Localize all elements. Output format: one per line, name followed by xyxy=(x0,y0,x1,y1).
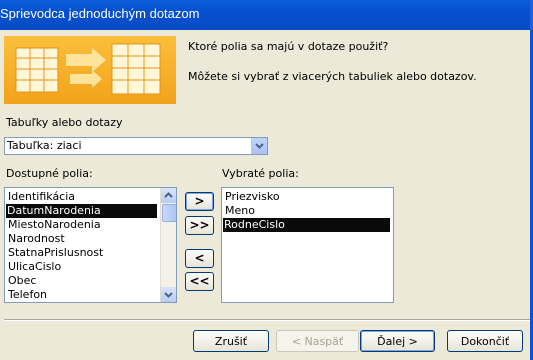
available-field-item-selected[interactable]: DatumNarodenia xyxy=(6,204,157,218)
selected-field-item[interactable]: Priezvisko xyxy=(224,190,280,204)
available-fields-list[interactable]: Identifikácia DatumNarodenia MiestoNarod… xyxy=(4,187,177,303)
chevron-up-icon xyxy=(164,192,173,198)
table-to-table-illustration-icon xyxy=(15,43,161,95)
chevron-down-icon xyxy=(164,292,173,298)
intro-question: Ktoré polia sa majú v dotaze použiť? xyxy=(188,40,389,53)
window-title: Sprievodca jednoduchým dotazom xyxy=(0,6,200,21)
cancel-button[interactable]: Zrušiť xyxy=(193,330,269,352)
tables-dropdown-button[interactable] xyxy=(251,138,267,154)
selected-field-item[interactable]: Meno xyxy=(224,204,255,218)
add-all-fields-button[interactable]: >> xyxy=(185,216,214,235)
selected-field-item-highlighted[interactable]: RodneCislo xyxy=(223,218,390,232)
selected-fields-list[interactable]: Priezvisko Meno RodneCislo xyxy=(221,187,394,303)
tables-select[interactable]: Tabuľka: ziaci xyxy=(4,137,268,155)
add-field-button[interactable]: > xyxy=(185,192,214,211)
tables-label: Tabuľky alebo dotazy xyxy=(6,116,123,129)
title-bar[interactable]: Sprievodca jednoduchým dotazom xyxy=(0,0,533,30)
available-field-item[interactable]: UlicaCislo xyxy=(7,260,61,274)
back-button[interactable]: < Naspäť xyxy=(276,330,359,352)
remove-field-button[interactable]: < xyxy=(185,249,214,268)
next-button[interactable]: Ďalej > xyxy=(360,330,435,352)
scroll-down-button[interactable] xyxy=(161,287,176,302)
available-field-item[interactable]: Narodnost xyxy=(7,232,65,246)
selected-fields-label: Vybraté polia: xyxy=(222,167,299,180)
available-field-item[interactable]: Obec xyxy=(7,274,36,288)
remove-all-fields-button[interactable]: << xyxy=(185,272,214,291)
available-fields-scrollbar[interactable] xyxy=(160,188,176,302)
finish-button[interactable]: Dokončiť xyxy=(447,330,523,352)
tables-select-value: Tabuľka: ziaci xyxy=(7,139,82,152)
available-field-item[interactable]: MiestoNarodenia xyxy=(7,218,101,232)
available-fields-label: Dostupné polia: xyxy=(6,167,93,180)
scroll-thumb[interactable] xyxy=(162,204,176,222)
available-field-item[interactable]: Telefon xyxy=(7,288,47,302)
scroll-up-button[interactable] xyxy=(161,188,176,203)
available-field-item[interactable]: StatnaPrislusnost xyxy=(7,246,103,260)
available-field-item[interactable]: Identifikácia xyxy=(7,190,75,204)
chevron-down-icon xyxy=(255,143,264,149)
footer-separator xyxy=(4,319,530,321)
wizard-illustration xyxy=(4,36,176,104)
intro-hint: Môžete si vybrať z viacerých tabuliek al… xyxy=(188,70,477,83)
